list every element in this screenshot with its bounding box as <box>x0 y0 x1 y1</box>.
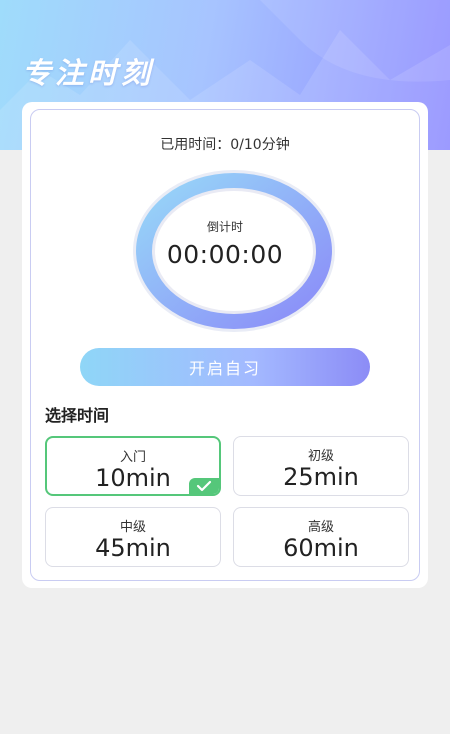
used-time-value: 0/10分钟 <box>230 137 290 153</box>
option-advanced[interactable]: 高级 60min <box>233 507 409 567</box>
option-level: 初级 <box>307 449 334 464</box>
option-beginner[interactable]: 入门 10min <box>45 436 221 496</box>
check-icon <box>189 478 219 494</box>
start-study-button[interactable]: 开启自习 <box>80 348 370 386</box>
option-level: 中级 <box>119 520 146 535</box>
card-border: 已用时间：0/10分钟 倒计时 00:00:00 开启自习 选择时间 入门 10… <box>30 109 420 581</box>
focus-card: 已用时间：0/10分钟 倒计时 00:00:00 开启自习 选择时间 入门 10… <box>22 102 428 588</box>
option-level: 入门 <box>119 450 146 465</box>
select-time-title: 选择时间 <box>45 406 110 425</box>
option-level: 高级 <box>307 520 334 535</box>
option-duration: 25min <box>283 463 359 491</box>
option-duration: 60min <box>283 534 359 562</box>
option-duration: 45min <box>95 534 171 562</box>
countdown-value: 00:00:00 <box>166 240 284 269</box>
countdown-label: 倒计时 <box>206 220 243 234</box>
page-title: 专注时刻 <box>22 56 155 90</box>
option-elementary[interactable]: 初级 25min <box>233 436 409 496</box>
option-intermediate[interactable]: 中级 45min <box>45 507 221 567</box>
used-time-label: 已用时间： <box>160 137 231 153</box>
used-time: 已用时间：0/10分钟 <box>31 134 419 154</box>
